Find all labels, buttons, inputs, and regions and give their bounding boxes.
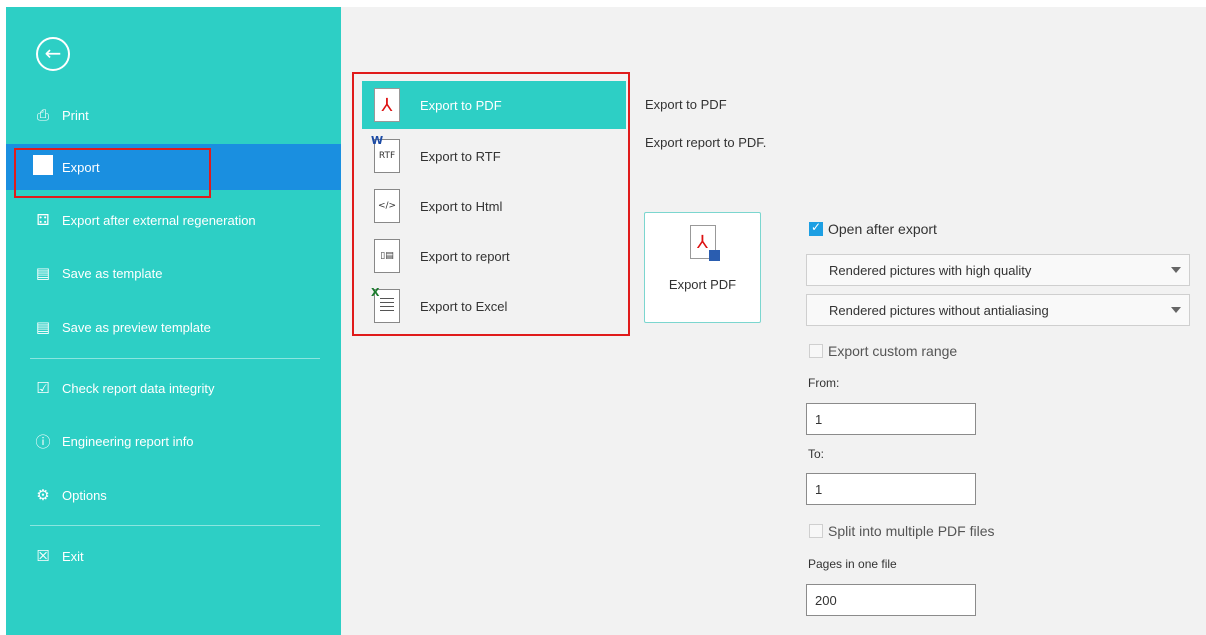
sidebar-item-label: Options (62, 487, 107, 503)
sidebar-item-label: Save as preview template (62, 319, 211, 335)
sidebar-item-exit[interactable]: ☒ Exit (6, 533, 341, 579)
highlight-box-export (14, 148, 211, 198)
printer-icon: ⎙ (36, 106, 49, 124)
select-value: Rendered pictures with high quality (829, 262, 1032, 278)
sidebar-item-label: Print (62, 107, 89, 123)
sidebar-item-engineering-info[interactable]: ⓘ Engineering report info (6, 418, 341, 464)
sidebar: ← ⎙ Print Export ⚃ Export after external… (6, 7, 341, 635)
rtf-file-icon: RTF (371, 134, 400, 173)
checkbox-label: Split into multiple PDF files (828, 523, 995, 539)
export-item-label: Export to report (420, 248, 510, 264)
checkbox-unchecked-icon (809, 524, 823, 538)
regenerate-icon: ⚃ (36, 211, 50, 229)
checkbox-unchecked-icon (809, 344, 823, 358)
checkbox-checked-icon (809, 220, 823, 236)
to-label: To: (808, 447, 825, 461)
sidebar-item-export-after-regeneration[interactable]: ⚃ Export after external regeneration (6, 197, 341, 243)
export-item-pdf[interactable]: ⅄ Export to PDF (362, 81, 626, 129)
pdf-file-icon: ⅄ (374, 88, 400, 122)
top-strip (0, 0, 1206, 7)
antialias-select[interactable]: Rendered pictures without antialiasing (806, 294, 1190, 326)
chevron-down-icon (1171, 307, 1181, 313)
export-item-rtf[interactable]: RTF Export to RTF (362, 132, 626, 180)
chevron-down-icon (1171, 267, 1181, 273)
export-format-list: ⅄ Export to PDF RTF Export to RTF </> Ex… (352, 72, 630, 336)
export-pdf-button-label: Export PDF (668, 277, 737, 292)
export-item-label: Export to PDF (420, 97, 502, 113)
checkbox-label: Export custom range (828, 343, 958, 359)
from-label: From: (808, 376, 840, 390)
export-pdf-button[interactable]: ⅄ Export PDF (644, 212, 761, 323)
pdf-save-icon: ⅄ (689, 225, 720, 261)
export-item-label: Export to Excel (420, 298, 508, 314)
sidebar-item-label: Exit (62, 548, 84, 564)
html-file-icon: </> (374, 189, 400, 223)
detail-title: Export to PDF (645, 97, 727, 112)
sidebar-item-check-integrity[interactable]: ☑ Check report data integrity (6, 365, 341, 411)
export-custom-range-checkbox[interactable]: Export custom range (809, 343, 957, 359)
pages-in-one-file-label: Pages in one file (808, 557, 897, 571)
template-icon: ▤ (35, 264, 51, 282)
sidebar-separator (30, 525, 320, 526)
sidebar-separator (30, 358, 320, 359)
export-item-report[interactable]: ▯▤ Export to report (362, 232, 626, 280)
checkbox-label: Open after export (828, 221, 937, 237)
sidebar-item-save-as-preview-template[interactable]: ▤ Save as preview template (6, 304, 341, 350)
excel-file-icon (371, 286, 400, 323)
select-value: Rendered pictures without antialiasing (829, 302, 1049, 318)
pages-in-one-file-field[interactable]: 200 (806, 584, 976, 616)
open-after-export-checkbox[interactable]: Open after export (809, 220, 937, 237)
export-item-excel[interactable]: Export to Excel (362, 282, 626, 330)
quality-select[interactable]: Rendered pictures with high quality (806, 254, 1190, 286)
export-item-label: Export to RTF (420, 148, 501, 164)
to-field[interactable]: 1 (806, 473, 976, 505)
sidebar-item-label: Check report data integrity (62, 380, 215, 396)
detail-description: Export report to PDF. (645, 135, 767, 150)
info-doc-icon: ⓘ (35, 432, 51, 451)
check-doc-icon: ☑ (36, 379, 50, 397)
sidebar-item-label: Export after external regeneration (62, 212, 256, 228)
from-field[interactable]: 1 (806, 403, 976, 435)
sidebar-item-label: Engineering report info (62, 433, 194, 449)
arrow-left-circle-icon[interactable]: ← (36, 37, 70, 71)
split-pdf-checkbox[interactable]: Split into multiple PDF files (809, 523, 995, 539)
report-file-icon: ▯▤ (374, 239, 400, 273)
export-item-label: Export to Html (420, 198, 503, 214)
gear-icon: ⚙ (36, 486, 50, 504)
sidebar-item-print[interactable]: ⎙ Print (6, 92, 341, 138)
preview-template-icon: ▤ (35, 318, 51, 336)
export-item-html[interactable]: </> Export to Html (362, 182, 626, 230)
close-box-icon: ☒ (36, 547, 50, 565)
sidebar-item-save-as-template[interactable]: ▤ Save as template (6, 250, 341, 296)
sidebar-item-label: Save as template (62, 265, 163, 281)
sidebar-item-options[interactable]: ⚙ Options (6, 472, 341, 518)
